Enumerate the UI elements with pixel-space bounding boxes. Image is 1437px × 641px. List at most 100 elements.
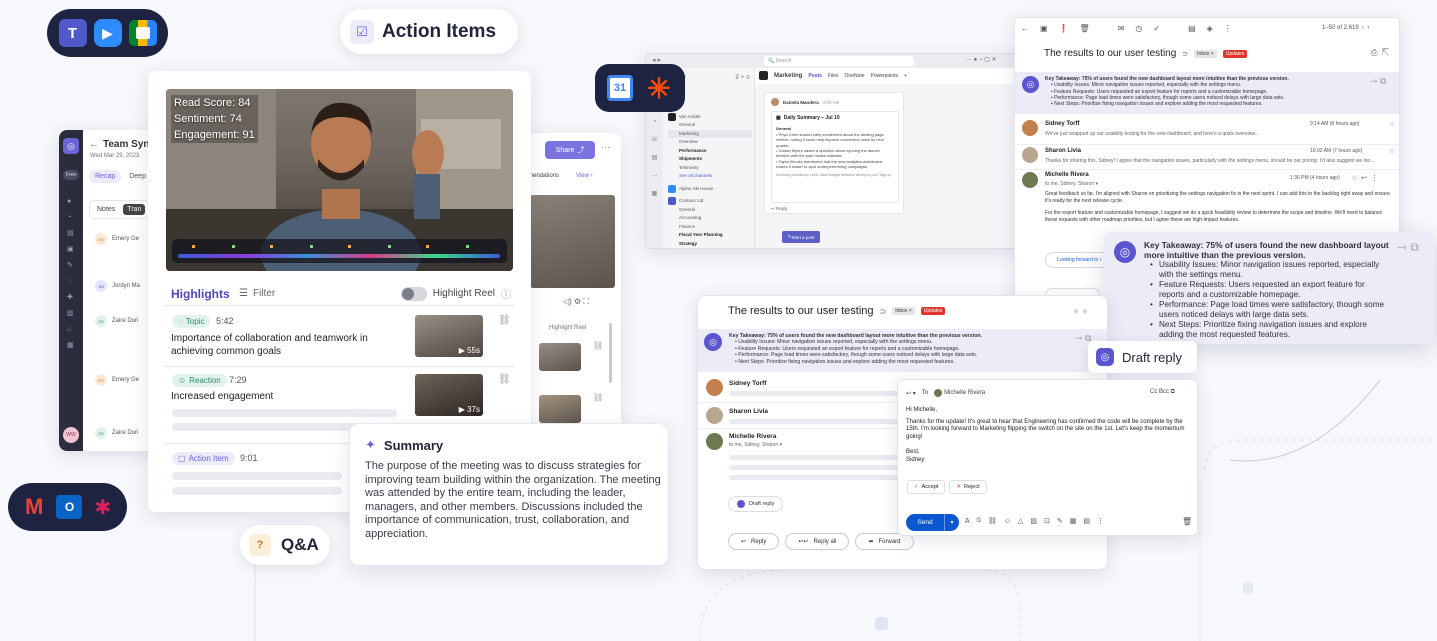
sidebar-icons[interactable]: ● ◔ ▤ ▣ ✎ ◌ ✚ ▥ ⌂ ▦: [67, 194, 75, 354]
more-icon[interactable]: ⋮: [1224, 24, 1232, 33]
attach-icon[interactable]: ⍉: [977, 517, 981, 525]
reply-button[interactable]: ↩ Reply: [728, 533, 780, 550]
inbox-label[interactable]: Inbox ×: [892, 307, 915, 315]
calendar-icon[interactable]: ▦: [1070, 517, 1077, 525]
tab-powerpoints[interactable]: Powerpoints: [871, 73, 899, 79]
user-avatar[interactable]: WW: [63, 427, 79, 443]
see-all-channels-link[interactable]: See all channels: [668, 172, 752, 181]
channel-item[interactable]: Accounting: [668, 214, 752, 223]
share-button[interactable]: Share ⤴: [545, 141, 595, 159]
video-thumbnail[interactable]: [530, 195, 615, 288]
tab-onenote[interactable]: OneNote: [845, 73, 865, 79]
star-icon[interactable]: ☆: [1389, 147, 1395, 155]
tab-deep[interactable]: Deep: [129, 173, 146, 180]
snooze-icon[interactable]: ◷: [1135, 24, 1142, 33]
channel-item[interactable]: Performance: [668, 147, 752, 156]
channel-item[interactable]: General: [668, 206, 752, 215]
email-row[interactable]: Sidney Torff 9:14 AM (8 hours ago) ☆ We'…: [1015, 118, 1399, 143]
suggested-reply-chip[interactable]: Looking forward to i: [1045, 252, 1113, 268]
window-controls[interactable]: ··· ● − ▢ ✕: [966, 56, 997, 63]
link-icon[interactable]: ⛓: [593, 341, 603, 350]
compose-signoff[interactable]: Best,: [906, 449, 1192, 457]
start-post-button[interactable]: ✎ Start a post: [782, 231, 820, 243]
link-icon[interactable]: ⛓: [498, 315, 511, 326]
channel-item[interactable]: General: [668, 121, 752, 130]
add-tab-icon[interactable]: +: [904, 73, 907, 79]
clip-thumbnail[interactable]: [539, 395, 581, 423]
scrollbar[interactable]: [609, 323, 612, 383]
image-icon[interactable]: ▨: [1030, 517, 1037, 525]
channel-item[interactable]: Finance: [668, 223, 752, 232]
highlight-item-topic[interactable]: ◌ Topic 5:42 Importance of collaboration …: [164, 311, 514, 363]
clip-thumbnail[interactable]: [539, 343, 581, 371]
reject-button[interactable]: ✕ Reject: [949, 480, 987, 494]
window-dots[interactable]: ● ●: [1073, 306, 1103, 317]
accept-button[interactable]: ✓ Accept: [907, 480, 946, 494]
format-text-icon[interactable]: A: [965, 518, 970, 525]
discard-icon[interactable]: 🗑: [1182, 517, 1192, 526]
back-icon[interactable]: ←: [1021, 24, 1029, 33]
link-icon[interactable]: ⛓: [988, 517, 997, 525]
recipient-chip[interactable]: Michelle Rivera: [934, 389, 985, 397]
channel-item[interactable]: Fiscal Year Planning: [668, 231, 752, 240]
delete-icon[interactable]: 🗑: [1080, 24, 1090, 33]
link-icon[interactable]: ⛓: [593, 393, 603, 402]
share-icon[interactable]: ⇾ ⧉: [1370, 76, 1386, 87]
archive-icon[interactable]: ▣: [1040, 24, 1048, 33]
team-name[interactable]: Van Arsdel: [679, 113, 700, 122]
compose-greeting[interactable]: Hi Michelle,: [906, 407, 1192, 415]
player-controls[interactable]: ◁) ⚙ ⛶: [563, 297, 589, 307]
print-icon[interactable]: ⎙ ⇱: [1371, 48, 1389, 58]
more-icon[interactable]: ···: [601, 142, 610, 152]
pen-icon[interactable]: ✎: [1057, 517, 1063, 525]
more-options-icon[interactable]: ⋮: [1097, 517, 1104, 525]
search-input[interactable]: 🔍 Search: [764, 56, 914, 66]
email-row[interactable]: Sharon Livia 10:02 AM (7 hours ago) ☆ Th…: [1015, 144, 1399, 169]
template-icon[interactable]: ▤: [1083, 517, 1090, 525]
clip-thumbnail[interactable]: ▶ 55s: [415, 315, 483, 357]
subtab-transcript[interactable]: Tran: [123, 204, 146, 215]
link-icon[interactable]: ⛓: [498, 374, 511, 385]
lock-icon[interactable]: ⊡: [1044, 517, 1050, 525]
move-icon[interactable]: ▤: [1188, 24, 1196, 33]
reply-type-dropdown[interactable]: ↩ ▾: [906, 390, 916, 397]
back-icon[interactable]: ◂ ▸: [652, 56, 661, 64]
channel-item[interactable]: Overview: [668, 138, 752, 147]
clip-thumbnail[interactable]: ▶ 37s: [415, 374, 483, 416]
drive-icon[interactable]: △: [1018, 517, 1023, 525]
send-button[interactable]: Send: [906, 514, 944, 531]
back-arrow-icon[interactable]: ←: [89, 139, 99, 150]
team-name[interactable]: Contoso Ltd.: [679, 197, 705, 206]
share-icon[interactable]: ⇾ ⧉: [1397, 240, 1419, 255]
video-timeline[interactable]: [172, 239, 507, 263]
highlight-reel-toggle[interactable]: [400, 286, 427, 301]
updates-label[interactable]: Updates: [920, 307, 946, 315]
tab-recap[interactable]: Recap: [89, 170, 122, 183]
channel-item[interactable]: Strategy: [668, 240, 752, 249]
view-link[interactable]: View ›: [576, 173, 593, 179]
reply-link[interactable]: ↩ Reply: [771, 206, 788, 212]
star-icon[interactable]: ☆: [1389, 120, 1395, 128]
inbox-label[interactable]: Inbox ×: [1194, 49, 1217, 58]
tab-files[interactable]: Files: [828, 73, 839, 79]
subtab-notes[interactable]: Notes: [93, 204, 119, 215]
info-icon[interactable]: ⓘ: [501, 286, 511, 301]
channel-item-active[interactable]: Marketing: [668, 129, 752, 138]
compose-name[interactable]: Sidney: [906, 457, 1192, 465]
important-icon[interactable]: ⊃: [880, 307, 887, 316]
draft-reply-button[interactable]: Draft reply: [728, 496, 784, 512]
channel-item[interactable]: Shipments: [668, 155, 752, 164]
mark-unread-icon[interactable]: ✉: [1118, 24, 1125, 33]
updates-label[interactable]: Updates: [1222, 49, 1248, 58]
spam-icon[interactable]: ❗: [1059, 24, 1069, 33]
send-options-dropdown[interactable]: ▾: [944, 514, 959, 531]
add-task-icon[interactable]: ✓: [1153, 24, 1160, 33]
channel-item[interactable]: Telemetry: [668, 164, 752, 173]
filter-button[interactable]: ☰ Filter: [239, 288, 275, 299]
gmail-toolbar[interactable]: ← ▣ ❗ 🗑 ✉ ◷ ✓ ▤ ◈ ⋮: [1021, 24, 1232, 33]
important-icon[interactable]: ⊃: [1182, 50, 1188, 58]
label-icon[interactable]: ◈: [1207, 24, 1213, 33]
email-actions[interactable]: ☆ ↩ ⋮: [1351, 174, 1378, 182]
compose-toolbar[interactable]: A ⍉ ⛓ ☺ △ ▨ ⊡ ✎ ▦ ▤ ⋮: [965, 517, 1104, 525]
tab-posts[interactable]: Posts: [808, 73, 822, 79]
